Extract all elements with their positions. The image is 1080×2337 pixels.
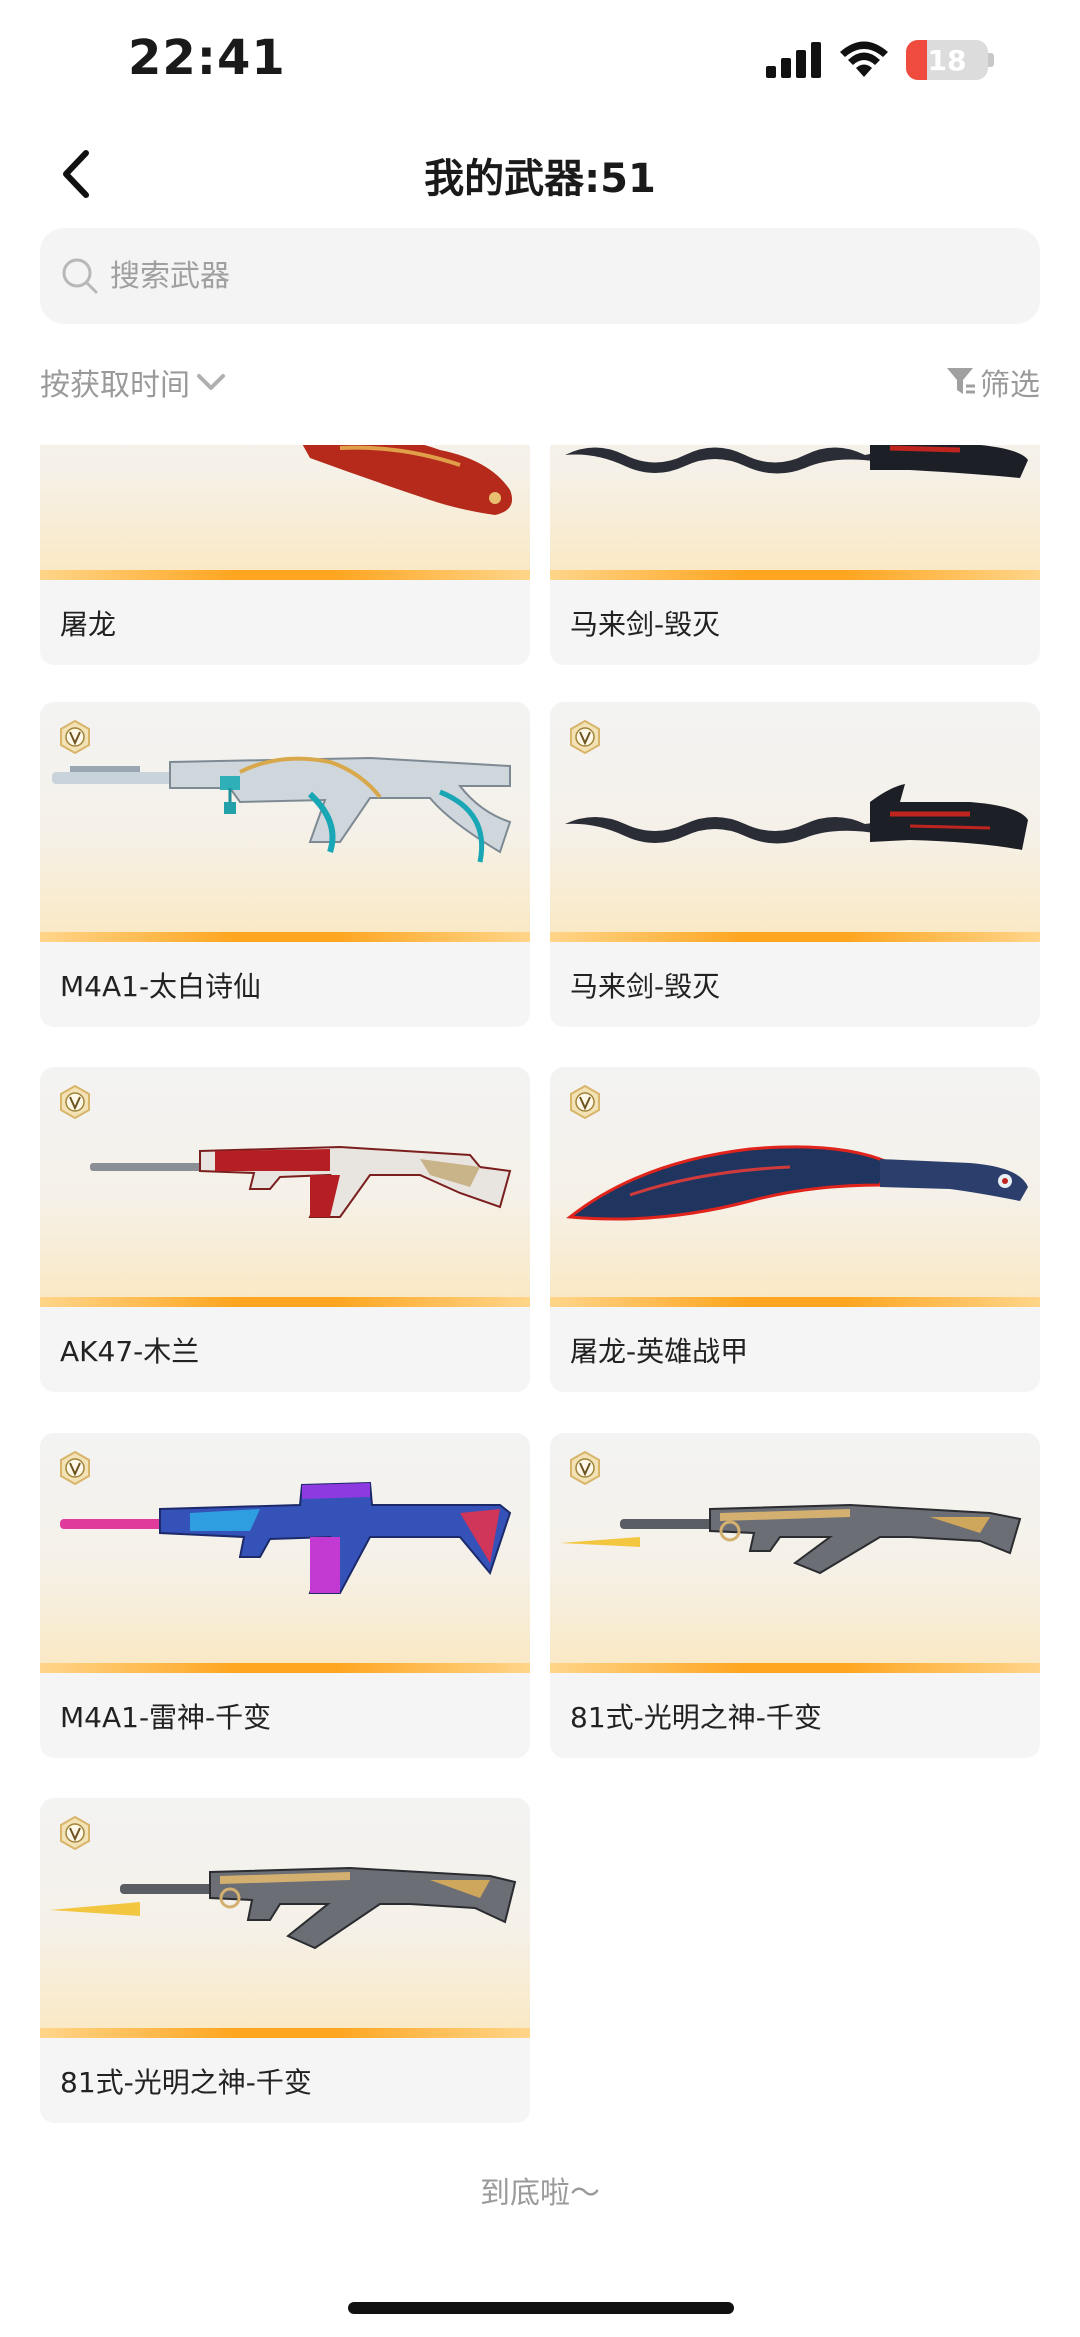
v-badge-icon	[60, 720, 90, 754]
m4a1-thor-image	[60, 1481, 512, 1594]
weapon-card[interactable]: 屠龙	[40, 445, 530, 665]
search-input[interactable]	[110, 258, 910, 294]
weapon-grid: 屠龙 马来剑-毁灭 M4A1-太白诗仙 马来剑-毁灭 AK47-木兰 屠龙-英雄…	[40, 445, 1040, 2145]
dragon-blade-image	[302, 445, 513, 515]
type81-god-of-light-image	[50, 1866, 517, 1950]
v-badge-icon	[60, 1816, 90, 1850]
status-time: 22:41	[128, 30, 286, 86]
weapon-image	[550, 702, 1040, 942]
ak47-mulan-image	[90, 1145, 512, 1218]
dragon-blade-hero-image	[566, 1145, 1028, 1221]
weapon-name: 81式-光明之神-千变	[60, 2066, 312, 2099]
page-title: 我的武器:51	[424, 156, 656, 202]
weapon-card[interactable]: 81式-光明之神-千变	[40, 1798, 530, 2123]
malay-sword-image	[565, 784, 1028, 850]
signal-icon	[766, 42, 821, 78]
end-of-list-text: 到底啦～	[480, 2176, 600, 2211]
search-bar[interactable]	[40, 228, 1040, 324]
weapon-image	[550, 1433, 1040, 1673]
battery-icon: 18	[906, 40, 994, 80]
header: 我的武器:51	[0, 130, 1080, 220]
wifi-icon	[840, 41, 888, 77]
weapon-card[interactable]: M4A1-雷神-千变	[40, 1433, 530, 1758]
weapon-image	[40, 1798, 530, 2038]
weapon-image	[550, 1067, 1040, 1307]
filter-icon	[947, 368, 975, 394]
weapon-image	[40, 1433, 530, 1673]
v-badge-icon	[570, 1085, 600, 1119]
v-badge-icon	[570, 720, 600, 754]
weapon-name: AK47-木兰	[60, 1335, 200, 1368]
sort-filter-row: 按获取时间 筛选	[40, 360, 1040, 410]
type81-god-of-light-image	[560, 1503, 1022, 1575]
weapon-image	[40, 702, 530, 942]
weapon-card[interactable]: 马来剑-毁灭	[550, 445, 1040, 665]
weapon-name: 屠龙-英雄战甲	[570, 1335, 749, 1368]
weapon-card[interactable]: AK47-木兰	[40, 1067, 530, 1392]
status-bar: 22:41 18	[0, 0, 1080, 120]
chevron-down-icon	[197, 374, 225, 390]
v-badge-icon	[60, 1451, 90, 1485]
filter-label: 筛选	[980, 368, 1040, 403]
sort-dropdown[interactable]: 按获取时间	[40, 360, 226, 404]
status-icons: 18	[766, 40, 994, 80]
weapon-image	[40, 1067, 530, 1307]
search-icon	[62, 258, 98, 294]
weapon-image	[40, 445, 530, 580]
weapon-card[interactable]: M4A1-太白诗仙	[40, 702, 530, 1027]
v-badge-icon	[570, 1451, 600, 1485]
weapon-name: M4A1-雷神-千变	[60, 1701, 272, 1734]
home-indicator[interactable]	[348, 2302, 734, 2314]
weapon-name: 屠龙	[60, 608, 117, 641]
weapon-card[interactable]: 屠龙-英雄战甲	[550, 1067, 1040, 1392]
filter-button[interactable]: 筛选	[946, 360, 1040, 404]
weapon-name: 马来剑-毁灭	[570, 970, 721, 1003]
malay-sword-image	[565, 445, 1028, 478]
battery-level: 18	[927, 43, 967, 77]
weapon-name: 马来剑-毁灭	[570, 608, 721, 641]
weapon-name: M4A1-太白诗仙	[60, 970, 262, 1003]
sort-label: 按获取时间	[40, 368, 190, 403]
weapon-card[interactable]: 81式-光明之神-千变	[550, 1433, 1040, 1758]
weapon-name: 81式-光明之神-千变	[570, 1701, 822, 1734]
v-badge-icon	[60, 1085, 90, 1119]
weapon-card[interactable]: 马来剑-毁灭	[550, 702, 1040, 1027]
m4a1-taibai-image	[52, 756, 512, 863]
weapon-image	[550, 445, 1040, 580]
